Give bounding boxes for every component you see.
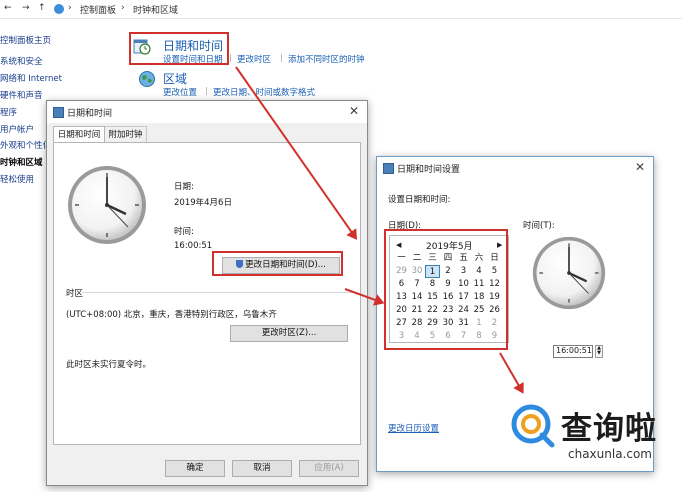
analog-clock [531, 235, 607, 311]
breadcrumb-clock-region[interactable]: 时钟和区域 [133, 3, 178, 16]
back-arrow-icon[interactable]: ← [4, 3, 12, 13]
change-timezone-link[interactable]: 更改时区 [237, 53, 271, 65]
dst-note: 此时区未实行夏令时。 [66, 360, 152, 370]
link-separator: | [205, 86, 208, 95]
link-separator: | [280, 53, 283, 62]
timezone-section-label: 时区 [66, 289, 84, 299]
highlight-box [384, 229, 508, 350]
chevron-icon: › [121, 3, 125, 13]
change-location-link[interactable]: 更改位置 [163, 86, 197, 98]
section-divider [82, 292, 352, 293]
tab-additional-clocks[interactable]: 附加时钟 [105, 126, 147, 143]
highlight-box [129, 32, 229, 65]
date-value: 2019年4月6日 [174, 198, 232, 208]
tab-date-time[interactable]: 日期和时间 [53, 126, 105, 143]
date-label: 日期: [174, 182, 194, 192]
control-panel-icon [54, 4, 64, 14]
up-arrow-icon[interactable]: ↑ [38, 3, 46, 13]
timezone-value: (UTC+08:00) 北京，重庆，香港特别行政区，乌鲁木齐 [66, 310, 277, 320]
watermark-name: 查询啦 [561, 411, 657, 447]
settings-titlebar: 日期和时间设置 ✕ [377, 157, 653, 179]
ok-button[interactable]: 确定 [165, 460, 225, 477]
sidebar-item-hardware[interactable]: 硬件和声音 [0, 89, 43, 101]
watermark-url: chaxunla.com [568, 447, 652, 461]
close-icon[interactable]: ✕ [635, 160, 645, 174]
breadcrumb-control-panel[interactable]: 控制面板 [80, 3, 116, 16]
datetime-dialog-icon [53, 107, 64, 118]
watermark-logo-icon [511, 404, 555, 448]
change-timezone-button[interactable]: 更改时区(Z)... [230, 325, 348, 342]
spin-down-icon[interactable]: ▼ [597, 350, 601, 356]
sidebar-item-security[interactable]: 系统和安全 [0, 55, 43, 67]
sidebar-item-home[interactable]: 控制面板主页 [0, 34, 51, 46]
sidebar-item-programs[interactable]: 程序 [0, 106, 17, 118]
sidebar-item-clock-region[interactable]: 时钟和区域 [0, 156, 43, 168]
settings-dialog-icon [383, 163, 394, 174]
datetime-tab-panel: 日期: 2019年4月6日 时间: 16:00:51 更改日期和时间(D)...… [53, 142, 361, 445]
dialog-title: 日期和时间 [67, 109, 113, 119]
time-spinner[interactable]: ▲ ▼ [595, 345, 603, 358]
time-value: 16:00:51 [174, 241, 213, 251]
sidebar-item-network[interactable]: 网络和 Internet [0, 72, 62, 84]
forward-arrow-icon[interactable]: → [22, 3, 30, 13]
time-label: 时间: [174, 227, 194, 237]
chevron-icon: › [68, 3, 72, 13]
sidebar-item-appearance[interactable]: 外观和个性化 [0, 139, 51, 151]
datetime-dialog: 日期和时间 ✕ 日期和时间 附加时钟 日期: 2019年4月6日 时间: 16:… [46, 100, 368, 486]
highlight-box [212, 251, 343, 276]
apply-button[interactable]: 应用(A) [299, 460, 359, 477]
address-bar: ← → ↑ › 控制面板 › 时钟和区域 [0, 0, 682, 19]
sidebar-item-ease-of-access[interactable]: 轻松使用 [0, 173, 34, 185]
change-format-link[interactable]: 更改日期、时间或数字格式 [213, 86, 315, 98]
analog-clock [66, 164, 148, 246]
time-input[interactable]: 16:00:51 [553, 345, 593, 358]
settings-heading: 设置日期和时间: [388, 195, 451, 205]
time-field-label: 时间(T): [523, 221, 555, 231]
settings-dialog-title: 日期和时间设置 [397, 165, 461, 175]
dialog-titlebar: 日期和时间 ✕ [47, 101, 367, 123]
change-calendar-settings-link[interactable]: 更改日历设置 [388, 422, 439, 434]
region-category-title[interactable]: 区域 [163, 70, 187, 87]
sidebar-item-users[interactable]: 用户帐户 [0, 123, 34, 135]
globe-icon [138, 70, 156, 88]
close-icon[interactable]: ✕ [349, 104, 359, 118]
add-clocks-link[interactable]: 添加不同时区的时钟 [288, 53, 365, 65]
cancel-button[interactable]: 取消 [232, 460, 292, 477]
time-input-value: 16:00:51 [556, 346, 592, 355]
link-separator: | [229, 53, 232, 62]
